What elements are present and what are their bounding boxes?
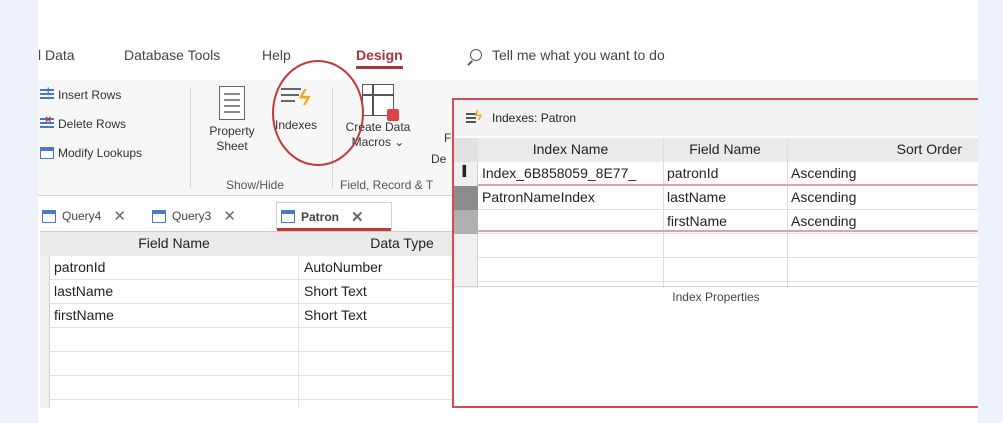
table-row[interactable]: patronId AutoNumber <box>50 256 510 280</box>
annotation-circle <box>272 60 364 166</box>
tab-design[interactable]: Design <box>356 47 403 69</box>
modify-lookups-icon <box>40 147 54 159</box>
delete-rows-icon <box>40 114 54 130</box>
table-row[interactable] <box>50 328 510 352</box>
row-selector-column[interactable] <box>40 256 50 408</box>
table-row[interactable]: PatronNameIndex lastName Ascending <box>478 186 978 210</box>
modify-lookups-button[interactable]: Modify Lookups <box>40 146 142 160</box>
sort-order-cell[interactable]: Ascending <box>791 165 971 181</box>
table-row[interactable]: firstName Ascending <box>478 210 978 234</box>
delete-rows-button[interactable]: Delete Rows <box>40 114 127 131</box>
divider <box>454 286 978 287</box>
property-sheet-label-2: Sheet <box>216 139 248 153</box>
row-selector-selected[interactable] <box>454 186 478 210</box>
field-name-cell[interactable]: firstName <box>54 307 114 323</box>
dialog-title: Indexes: Patron <box>492 111 577 125</box>
index-name-cell[interactable]: Index_6B858059_8E77_ <box>482 165 663 181</box>
table-row[interactable] <box>478 258 978 282</box>
property-sheet-icon <box>219 86 245 120</box>
header-index-name: Index Name <box>532 141 609 157</box>
close-icon[interactable]: ✕ <box>223 207 236 225</box>
close-icon[interactable]: ✕ <box>351 208 364 226</box>
indexes-icon: ϟ <box>466 107 482 125</box>
table-row[interactable] <box>478 234 978 258</box>
header-field-name: Field Name <box>689 141 761 157</box>
dialog-title-bar[interactable]: ϟ Indexes: Patron <box>454 100 978 136</box>
delete-macro-label: De <box>431 152 447 166</box>
tell-me-search[interactable]: Tell me what you want to do <box>470 47 665 63</box>
data-type-cell[interactable]: Short Text <box>304 283 367 299</box>
field-name-cell[interactable]: firstName <box>667 213 787 229</box>
indexes-grid: Index Name Field Name Sort Order ▐ Index… <box>454 138 978 288</box>
header-sort-order: Sort Order <box>896 141 962 157</box>
group-field-record-label: Field, Record & T <box>340 178 434 192</box>
table-row[interactable]: firstName Short Text <box>50 304 510 328</box>
partial-f-label: F <box>444 131 452 145</box>
table-row[interactable]: lastName Short Text <box>50 280 510 304</box>
doc-tab-query4[interactable]: Query4 ✕ <box>38 202 130 230</box>
sort-order-cell[interactable]: Ascending <box>791 213 971 229</box>
index-name-cell[interactable]: PatronNameIndex <box>482 189 663 205</box>
field-name-cell[interactable]: lastName <box>54 283 113 299</box>
access-window: l Data Database Tools Help Design Tell m… <box>38 0 978 423</box>
current-row-marker: ▐ <box>459 166 467 177</box>
ribbon-tab-bar: l Data Database Tools Help Design Tell m… <box>38 45 978 71</box>
index-properties-label: Index Properties <box>672 290 760 304</box>
data-type-cell[interactable]: AutoNumber <box>304 259 383 275</box>
tab-help[interactable]: Help <box>262 47 291 63</box>
delete-macro-button[interactable]: De <box>431 152 446 166</box>
indexes-dialog: ϟ Indexes: Patron Index Name Field Name … <box>452 98 978 408</box>
doc-tab-query3[interactable]: Query3 ✕ <box>148 202 240 230</box>
insert-rows-icon <box>40 85 54 101</box>
delete-rows-label: Delete Rows <box>58 117 127 131</box>
row-selector-selected[interactable] <box>454 210 478 234</box>
tell-me-label: Tell me what you want to do <box>492 47 665 63</box>
doc-tab-patron[interactable]: Patron ✕ <box>276 202 392 231</box>
indexes-grid-header: Index Name Field Name Sort Order <box>454 138 978 162</box>
ribbon-separator <box>190 88 191 188</box>
query-icon <box>42 209 56 223</box>
row-selector-header <box>454 138 478 162</box>
property-sheet-label-1: Property <box>209 124 255 138</box>
tab-external-data[interactable]: l Data <box>38 47 75 63</box>
table-row[interactable] <box>50 376 510 400</box>
table-row[interactable] <box>50 352 510 376</box>
group-show-hide-label: Show/Hide <box>226 178 285 192</box>
close-icon[interactable]: ✕ <box>113 207 126 225</box>
property-sheet-button[interactable]: Property Sheet <box>202 86 262 154</box>
insert-rows-button[interactable]: Insert Rows <box>40 85 122 102</box>
modify-lookups-label: Modify Lookups <box>58 146 143 160</box>
table-row[interactable]: Index_6B858059_8E77_ patronId Ascending <box>478 162 978 186</box>
tab-database-tools[interactable]: Database Tools <box>124 47 220 63</box>
header-field-name: Field Name <box>138 235 210 251</box>
insert-rows-label: Insert Rows <box>58 88 122 102</box>
doc-tab-label: Patron <box>301 209 340 224</box>
sort-order-cell[interactable]: Ascending <box>791 189 971 205</box>
field-name-cell[interactable]: lastName <box>667 189 787 205</box>
query-icon <box>152 209 166 223</box>
doc-tab-label: Query3 <box>172 209 212 223</box>
table-icon <box>281 210 295 223</box>
design-grid-header: Field Name Data Type <box>40 232 510 256</box>
field-name-cell[interactable]: patronId <box>54 259 105 275</box>
data-type-cell[interactable]: Short Text <box>304 307 367 323</box>
table-design-grid: Field Name Data Type patronId AutoNumber… <box>40 231 510 408</box>
search-icon <box>470 49 482 61</box>
doc-tab-label: Query4 <box>62 209 102 223</box>
field-name-cell[interactable]: patronId <box>667 165 787 181</box>
data-macros-icon <box>362 84 399 121</box>
